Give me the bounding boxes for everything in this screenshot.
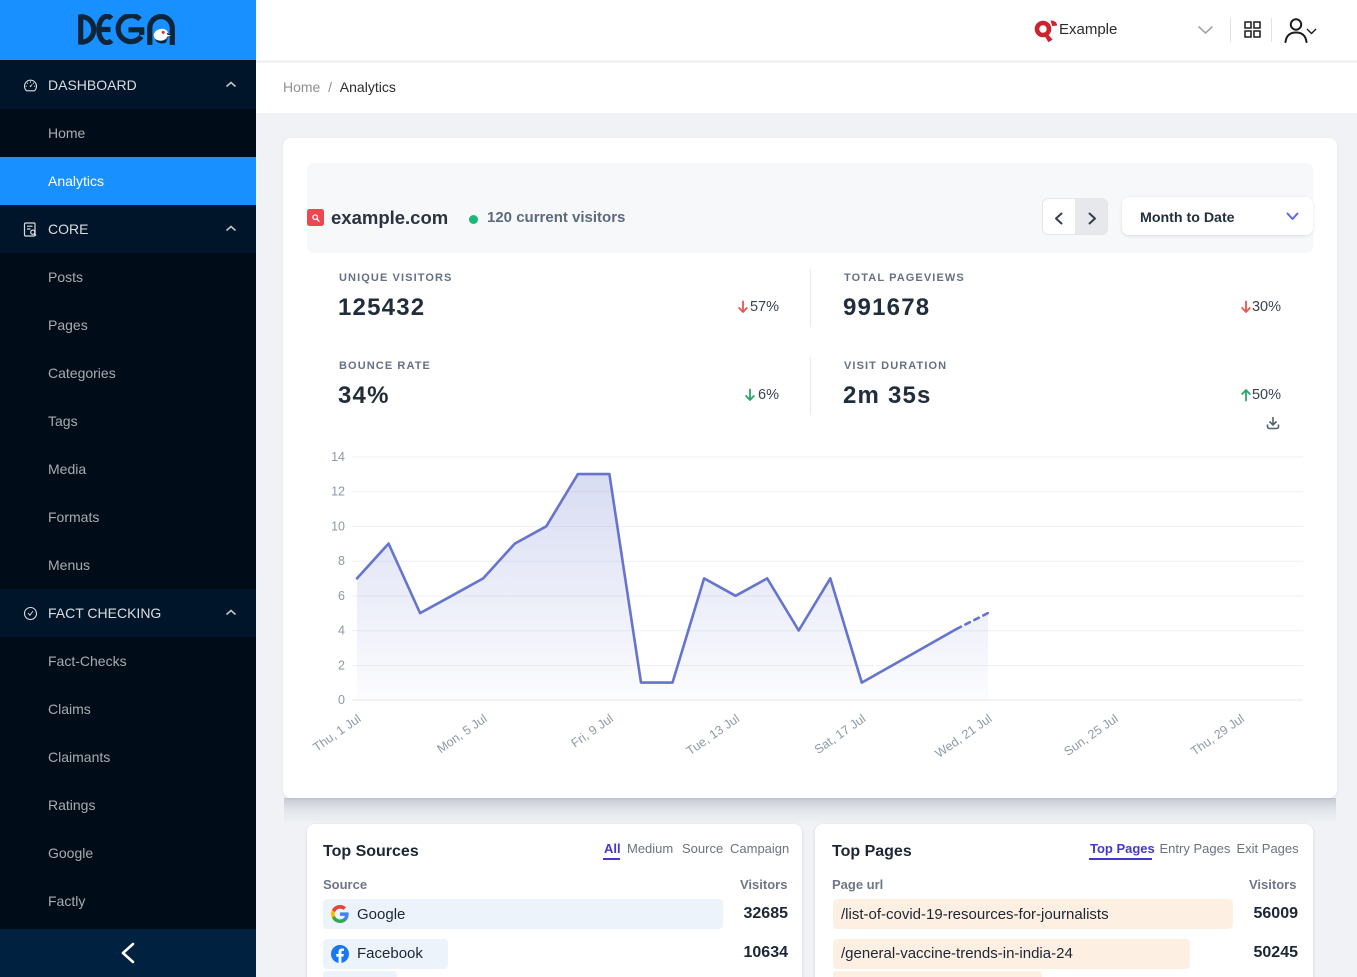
svg-text:2: 2 <box>338 659 345 673</box>
svg-text:6: 6 <box>338 589 345 603</box>
svg-text:Fri, 9 Jul: Fri, 9 Jul <box>569 711 616 750</box>
svg-text:Wed, 21 Jul: Wed, 21 Jul <box>933 711 995 760</box>
svg-text:Sat, 17 Jul: Sat, 17 Jul <box>812 711 868 756</box>
svg-text:Thu, 29 Jul: Thu, 29 Jul <box>1188 711 1247 758</box>
svg-text:Tue, 13 Jul: Tue, 13 Jul <box>684 711 742 758</box>
svg-text:14: 14 <box>331 450 345 464</box>
svg-text:Mon, 5 Jul: Mon, 5 Jul <box>434 711 489 756</box>
svg-text:0: 0 <box>338 693 345 707</box>
svg-text:12: 12 <box>331 485 345 499</box>
svg-text:4: 4 <box>338 624 345 638</box>
svg-text:Sun, 25 Jul: Sun, 25 Jul <box>1061 711 1120 758</box>
svg-text:Thu, 1 Jul: Thu, 1 Jul <box>311 711 364 754</box>
svg-text:10: 10 <box>331 520 345 534</box>
svg-text:8: 8 <box>338 554 345 568</box>
